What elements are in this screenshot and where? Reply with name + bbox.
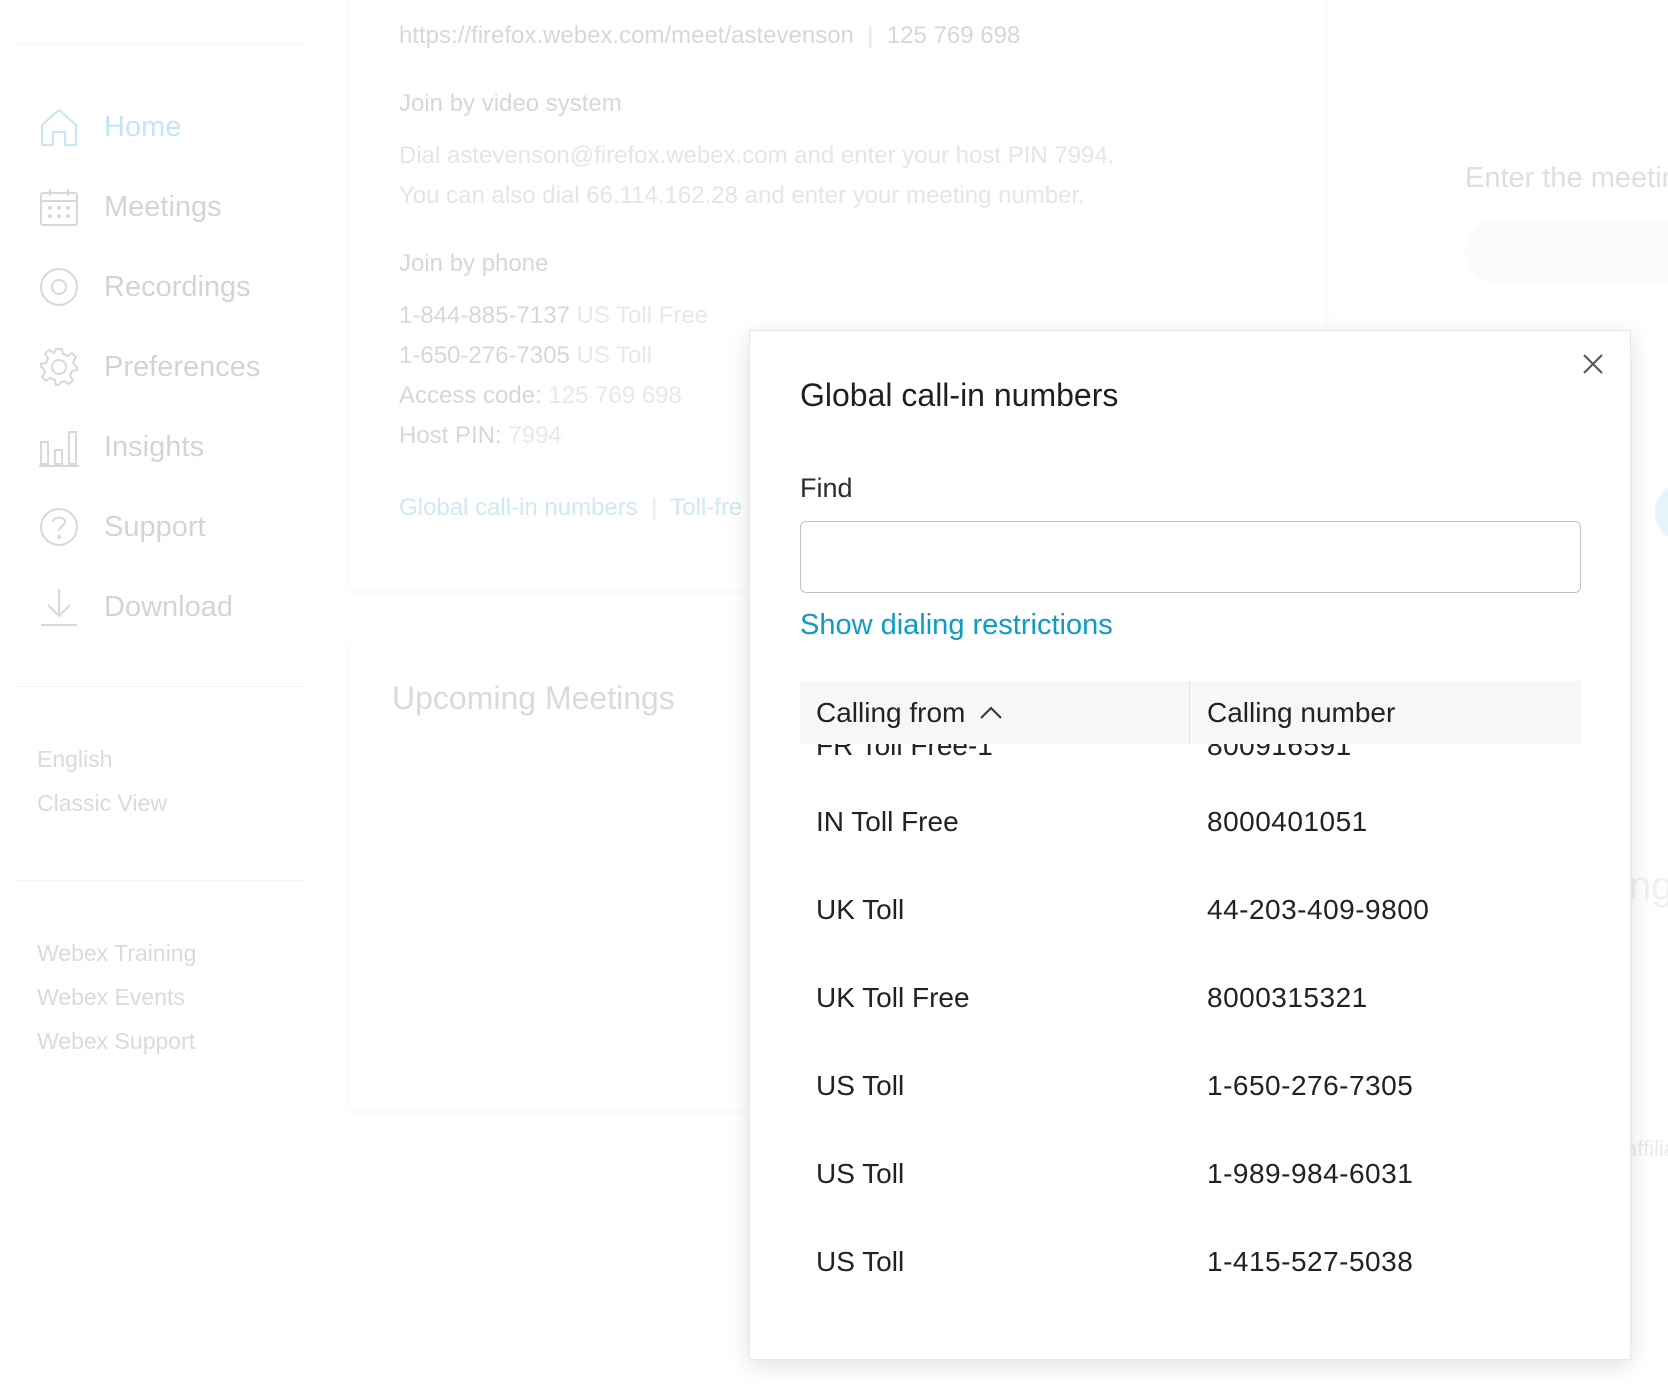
table-body: FR Toll Free-1 800916591 IN Toll Free 80… (800, 744, 1581, 1306)
dialog-title: Global call-in numbers (800, 377, 1119, 413)
find-label: Find (800, 473, 853, 503)
phone-type: US Toll (576, 342, 653, 369)
sidebar-item-home[interactable]: Home (38, 102, 181, 152)
enter-meeting-label: Enter the meetin (1465, 162, 1668, 194)
table-row[interactable]: US Toll 1-989-984-6031 (800, 1130, 1581, 1218)
sidebar-divider (16, 880, 306, 881)
calling-number-cell: 44-203-409-9800 (1207, 894, 1430, 925)
calling-number-cell: 1-415-527-5038 (1207, 1246, 1414, 1277)
phone-type: US Toll Free (576, 302, 709, 329)
sidebar-item-label: Home (104, 110, 182, 143)
table-row[interactable]: UK Toll 44-203-409-9800 (800, 866, 1581, 954)
webex-training-link[interactable]: Webex Training (37, 940, 196, 967)
sort-ascending-icon (980, 706, 1003, 719)
sidebar-item-label: Support (104, 510, 206, 543)
sidebar: Home Meetings Recordings Preferences Ins… (0, 0, 310, 1398)
close-icon (1583, 354, 1603, 374)
language-link[interactable]: English (37, 746, 112, 773)
call-in-table: Calling from Calling number FR Toll Free… (800, 681, 1581, 1359)
table-row[interactable]: US Toll 1-650-276-7305 (800, 1042, 1581, 1130)
find-input[interactable] (800, 521, 1581, 593)
calling-number-cell: 8000315321 (1207, 982, 1368, 1013)
meeting-url-line: https://firefox.webex.com/meet/astevenso… (399, 22, 1021, 49)
calling-number-cell: 8000401051 (1207, 806, 1368, 837)
host-pin-label: Host PIN: (399, 422, 502, 449)
global-call-in-dialog: Global call-in numbers Find Show dialing… (749, 330, 1631, 1360)
calling-from-cell: US Toll (816, 1246, 905, 1277)
gear-icon (40, 348, 78, 386)
webex-events-link[interactable]: Webex Events (37, 984, 185, 1011)
sidebar-divider (16, 686, 306, 687)
meeting-number: 125 769 698 (886, 22, 1021, 49)
phone-number: 1-650-276-7305 (399, 342, 570, 369)
classic-view-link[interactable]: Classic View (37, 790, 167, 817)
access-code-line: Access code: 125 769 698 (399, 382, 682, 410)
join-phone-heading: Join by phone (399, 250, 549, 277)
column-header-calling-number[interactable]: Calling number (1190, 681, 1581, 744)
calling-from-cell: UK Toll Free (816, 982, 970, 1013)
record-icon (40, 268, 78, 306)
host-pin-line: Host PIN: 7994 (399, 422, 562, 450)
sidebar-item-label: Download (104, 590, 233, 623)
help-icon (40, 508, 78, 546)
show-dialing-restrictions-link[interactable]: Show dialing restrictions (800, 609, 1113, 642)
table-row[interactable]: IN Toll Free 8000401051 (800, 778, 1581, 866)
calling-number-cell: 1-989-984-6031 (1207, 1158, 1414, 1189)
access-code-label: Access code: (399, 382, 542, 409)
column-header-label: Calling number (1207, 696, 1396, 728)
sidebar-item-recordings[interactable]: Recordings (38, 262, 251, 312)
meeting-url[interactable]: https://firefox.webex.com/meet/astevenso… (399, 22, 854, 49)
sidebar-item-insights[interactable]: Insights (38, 422, 204, 472)
phone-line: 1-650-276-7305 US Toll (399, 342, 652, 370)
calling-from-cell: US Toll (816, 1070, 905, 1101)
calling-from-cell: FR Toll Free-1 (800, 744, 1190, 756)
upcoming-meetings-title: Upcoming Meetings (392, 680, 675, 716)
sidebar-item-download[interactable]: Download (38, 582, 233, 632)
host-pin-value: 7994 (508, 422, 562, 449)
table-header: Calling from Calling number (800, 681, 1581, 744)
table-row[interactable]: US Toll 1-415-527-5038 (800, 1218, 1581, 1306)
table-row[interactable]: FR Toll Free-1 800916591 (800, 744, 1581, 756)
sidebar-item-preferences[interactable]: Preferences (38, 342, 260, 392)
sidebar-divider (16, 44, 306, 45)
download-icon (41, 589, 77, 626)
phone-line: 1-844-885-7137 US Toll Free (399, 302, 708, 330)
sidebar-item-label: Recordings (104, 270, 251, 303)
calling-from-cell: US Toll (816, 1158, 905, 1189)
column-header-label: Calling from (816, 696, 966, 728)
join-video-line: Dial astevenson@firefox.webex.com and en… (399, 142, 1115, 169)
phone-number: 1-844-885-7137 (399, 302, 570, 329)
call-in-links: Global call-in numbers | Toll-fre (399, 494, 743, 521)
sidebar-item-label: Insights (104, 430, 204, 463)
global-call-in-link[interactable]: Global call-in numbers (399, 494, 638, 521)
meeting-number-input[interactable] (1465, 218, 1668, 284)
calling-number-cell: 800916591 (1190, 744, 1581, 756)
sidebar-item-label: Meetings (104, 190, 222, 223)
access-code-value: 125 769 698 (548, 382, 682, 409)
close-button[interactable] (1576, 347, 1610, 381)
column-header-calling-from[interactable]: Calling from (800, 681, 1190, 744)
calendar-icon (40, 189, 78, 226)
calling-number-cell: 1-650-276-7305 (1207, 1070, 1414, 1101)
bar-chart-icon (39, 431, 79, 467)
toll-free-link[interactable]: Toll-fre (670, 494, 742, 521)
join-video-heading: Join by video system (399, 90, 622, 117)
sidebar-item-support[interactable]: Support (38, 502, 206, 552)
calling-from-cell: UK Toll (816, 894, 905, 925)
webex-support-link[interactable]: Webex Support (37, 1028, 195, 1055)
sidebar-item-meetings[interactable]: Meetings (38, 182, 222, 232)
home-icon (41, 108, 77, 146)
table-row[interactable]: UK Toll Free 8000315321 (800, 954, 1581, 1042)
partial-text: affilia (1625, 1136, 1668, 1161)
join-video-line: You can also dial 66.114.162.28 and ente… (399, 182, 1085, 209)
sidebar-item-label: Preferences (104, 350, 261, 383)
calling-from-cell: IN Toll Free (816, 806, 959, 837)
